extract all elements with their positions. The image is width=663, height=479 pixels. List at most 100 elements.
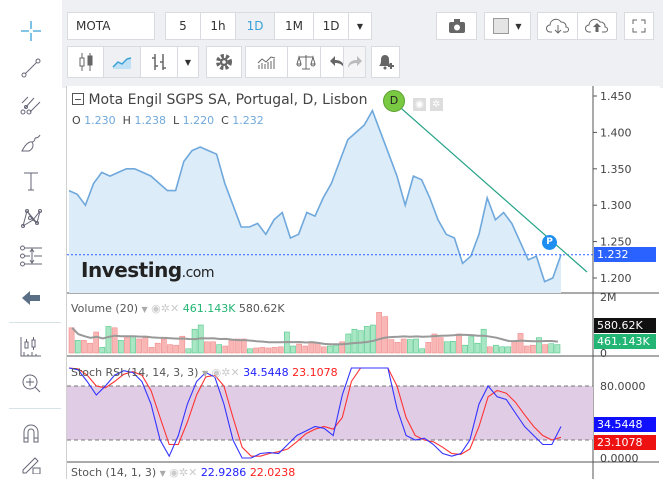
eye-icon[interactable]: ◉ [413, 98, 426, 111]
volume-bar [253, 347, 259, 354]
volume-bar [351, 328, 358, 354]
volume-bar [320, 346, 327, 354]
interval-1h[interactable]: 1h [200, 12, 236, 40]
brush-icon[interactable] [18, 130, 44, 156]
pattern-icon[interactable] [18, 205, 44, 231]
volume-title: Volume (20) [71, 302, 138, 315]
volume-bar [222, 345, 229, 354]
chart-area[interactable]: 1.450 1.400 1.350 1.300 1.250 1.200 2M 0 80.0000… [66, 86, 660, 479]
color-picker-button[interactable]: ▼ [484, 12, 531, 40]
open-label: O [72, 114, 81, 127]
bars-button[interactable] [140, 46, 178, 78]
interval-label: 1D [246, 19, 264, 33]
volume-tag: 461.143K [594, 334, 656, 349]
volume-bar [265, 347, 272, 354]
stoch-rsi-tick-label: 80.0000 [600, 380, 646, 393]
crosshair-icon[interactable] [18, 18, 44, 44]
indicator-controls-icon[interactable]: ◉✲✕ [169, 466, 197, 479]
indicator-controls-icon[interactable]: ◉✲✕ [151, 302, 179, 315]
fullscreen-button[interactable] [624, 12, 654, 40]
save-chart-button[interactable] [577, 12, 617, 40]
volume-value: 461.143K [182, 302, 236, 315]
screenshot-button[interactable] [436, 12, 477, 40]
interval-1d-active[interactable]: 1D [235, 12, 275, 40]
stoch-rsi-legend: Stoch RSI (14, 14, 3, 3) ▼ ◉✲✕ 34.5448 2… [71, 366, 338, 379]
volume-bar [167, 344, 173, 354]
cloud-download-icon [545, 18, 569, 34]
interval-dropdown-button[interactable]: ▼ [348, 12, 372, 40]
text-icon[interactable] [18, 168, 44, 194]
indicators-chart-icon [257, 56, 276, 69]
area-chart-button[interactable] [103, 46, 141, 78]
volume-bar [407, 339, 413, 354]
indicators-button[interactable] [245, 46, 289, 78]
interval-1d[interactable]: 1D [313, 12, 349, 40]
divider [9, 408, 61, 409]
stoch-rsi-k-value: 34.5448 [243, 366, 289, 379]
stoch-rsi-title: Stoch RSI (14, 14, 3, 3) [71, 366, 199, 379]
redo-button[interactable] [343, 46, 366, 78]
volume-bar [191, 328, 198, 354]
collapse-icon[interactable] [72, 93, 84, 105]
gear-icon[interactable]: ✲ [429, 98, 443, 111]
volume-bar [154, 342, 161, 354]
drawing-anchor-p[interactable]: P [542, 235, 557, 250]
volume-bar [474, 342, 481, 354]
volume-bar [419, 348, 425, 354]
volume-bar [523, 345, 530, 354]
volume-bar [216, 344, 223, 354]
symbol-value: MOTA [76, 19, 111, 33]
volume-bar [530, 344, 536, 354]
low-value: 1.220 [182, 114, 215, 127]
volume-bar [271, 347, 278, 354]
drawing-toolbar [0, 0, 62, 479]
volume-bar [548, 343, 555, 354]
candles-button[interactable] [67, 46, 104, 78]
add-alert-button[interactable] [371, 46, 400, 78]
chevron-down-icon[interactable]: ▼ [160, 469, 166, 478]
volume-bar [130, 335, 136, 354]
interval-5[interactable]: 5 [165, 12, 201, 40]
zoom-in-icon[interactable] [18, 370, 44, 396]
volume-ma-tag: 580.62K [594, 318, 656, 333]
volume-bar [462, 344, 469, 354]
drawing-anchor-d[interactable]: D [383, 90, 405, 112]
watermark-suffix: .com [181, 265, 215, 281]
chevron-down-icon[interactable]: ▼ [202, 369, 208, 378]
close-value: 1.232 [232, 114, 264, 127]
indicator-controls-icon[interactable]: ◉✲✕ [212, 366, 240, 379]
settings-button[interactable] [206, 46, 242, 78]
hide-toolbar-arrow-icon[interactable] [18, 285, 44, 311]
volume-bar [259, 347, 266, 354]
low-label: L [172, 114, 180, 127]
chart-type-dropdown[interactable]: ▼ [177, 46, 199, 78]
trend-line-icon[interactable] [18, 55, 44, 81]
cloud-upload-icon [585, 18, 608, 33]
price-tick-label: 1.200 [600, 272, 632, 285]
volume-bar [314, 342, 321, 354]
volume-bar [511, 341, 518, 354]
fib-lines-icon[interactable] [18, 92, 44, 118]
indicators-icon[interactable] [18, 333, 44, 359]
chevron-down-icon[interactable]: ▼ [142, 305, 148, 314]
load-chart-button[interactable] [537, 12, 578, 40]
lock-drawings-icon[interactable] [18, 450, 44, 476]
open-value: 1.230 [84, 114, 116, 127]
measure-icon[interactable] [18, 243, 44, 269]
marker-d-label: D [389, 94, 399, 107]
chart-canvas[interactable]: 1.4501.4001.3501.3001.2501.2002M080.0000… [67, 86, 659, 479]
volume-bar [363, 326, 370, 354]
volume-bar [394, 342, 401, 354]
ohlc-bars-icon [152, 54, 166, 70]
price-tick-label: 1.350 [600, 163, 632, 176]
interval-1m[interactable]: 1M [274, 12, 314, 40]
high-value: 1.238 [134, 114, 166, 127]
volume-bar [290, 345, 296, 354]
symbol-input[interactable]: MOTA [67, 12, 155, 40]
interval-label: 5 [179, 19, 187, 33]
volume-bar [277, 346, 284, 354]
volume-bar [204, 341, 210, 354]
volume-bar [542, 344, 548, 354]
magnet-icon[interactable] [18, 420, 44, 446]
compare-button[interactable] [287, 46, 324, 78]
